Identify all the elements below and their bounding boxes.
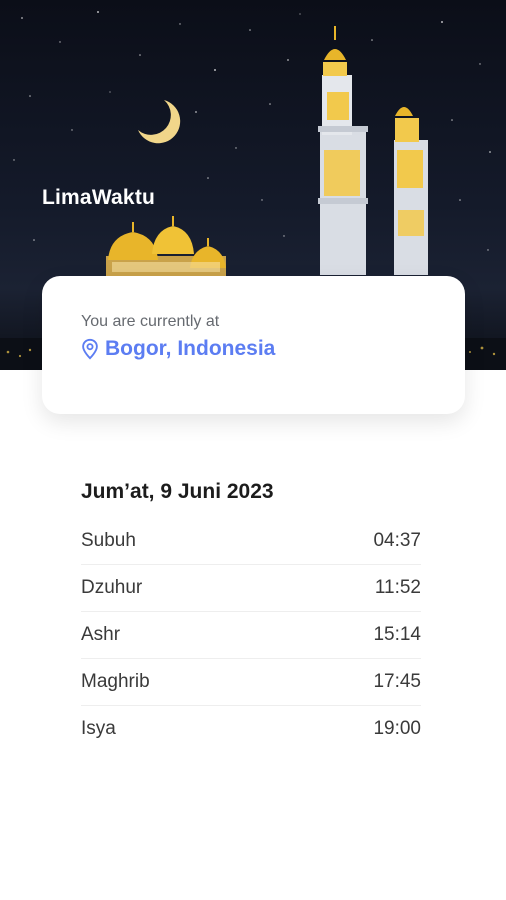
- crescent-moon-icon: [138, 100, 181, 144]
- app-title: LimaWaktu: [42, 186, 156, 209]
- prayer-time: 11:52: [374, 577, 421, 598]
- mosque-domes: [106, 216, 226, 278]
- schedule-date: Jum’at, 9 Juni 2023: [81, 480, 274, 503]
- prayer-row-maghrib: Maghrib 17:45: [81, 659, 421, 706]
- prayer-row-subuh: Subuh 04:37: [81, 518, 421, 565]
- prayer-time: 15:14: [373, 624, 421, 645]
- location-name: Bogor, Indonesia: [105, 337, 276, 360]
- prayer-time: 04:37: [373, 530, 421, 551]
- prayer-time: 19:00: [373, 718, 421, 739]
- map-pin-icon: [82, 338, 98, 360]
- prayer-row-dzuhur: Dzuhur 11:52: [81, 565, 421, 612]
- prayer-row-isya: Isya 19:00: [81, 706, 421, 752]
- prayer-time: 17:45: [373, 671, 421, 692]
- prayer-name: Subuh: [81, 530, 136, 551]
- location-label: You are currently at: [81, 313, 220, 330]
- second-minaret: [394, 107, 428, 275]
- prayer-name: Ashr: [81, 624, 121, 645]
- prayer-name: Isya: [81, 718, 116, 739]
- prayer-name: Maghrib: [81, 671, 150, 692]
- prayer-name: Dzuhur: [81, 577, 143, 598]
- location-card[interactable]: You are currently at Bogor, Indonesia: [42, 276, 465, 414]
- location-row[interactable]: Bogor, Indonesia: [79, 337, 275, 361]
- prayer-schedule: Jum’at, 9 Juni 2023 Subuh 04:37 Dzuhur 1…: [81, 480, 421, 752]
- prayer-row-ashr: Ashr 15:14: [81, 612, 421, 659]
- main-minaret: [318, 26, 368, 275]
